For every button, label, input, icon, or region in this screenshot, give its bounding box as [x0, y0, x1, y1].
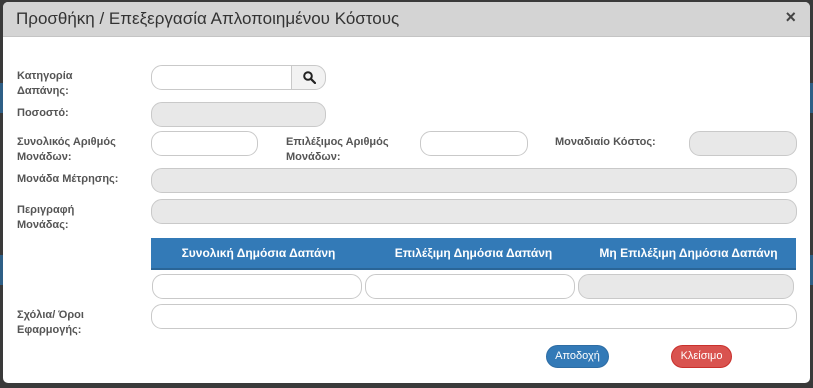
measurement-unit-label: Μονάδα Μέτρησης: — [17, 173, 119, 185]
measurement-unit-field — [151, 168, 797, 193]
unit-description-field — [151, 199, 797, 224]
eligible-units-label: Επιλέξιμος Αριθμός Μονάδων: — [286, 136, 389, 163]
percentage-label: Ποσοστό: — [17, 107, 69, 119]
unit-description-label: Περιγραφή Μονάδας: — [17, 204, 75, 231]
total-units-label: Συνολικός Αριθμός Μονάδων: — [17, 136, 116, 163]
non-eligible-public-expenditure-field — [578, 274, 794, 299]
comments-label: Σχόλια/ Όροι Εφαρμογής: — [17, 309, 84, 336]
category-input[interactable] — [151, 65, 292, 90]
search-icon — [303, 71, 316, 84]
unit-cost-field — [689, 131, 797, 156]
close-button[interactable]: Κλείσιμο — [671, 345, 732, 368]
comments-input[interactable] — [151, 304, 797, 329]
eligible-units-input[interactable] — [420, 131, 528, 156]
total-public-expenditure-input[interactable] — [152, 274, 362, 299]
accept-button[interactable]: Αποδοχή — [546, 345, 609, 368]
unit-cost-label: Μοναδιαίο Κόστος: — [555, 136, 656, 148]
dialog-title: Προσθήκη / Επεξεργασία Απλοποιημένου Κόσ… — [16, 9, 400, 28]
edit-simplified-cost-dialog: Προσθήκη / Επεξεργασία Απλοποιημένου Κόσ… — [3, 2, 810, 383]
category-label: Κατηγορία Δαπάνης: — [17, 70, 73, 97]
non-eligible-public-expenditure-header: Μη Επιλέξιμη Δημόσια Δαπάνη — [599, 246, 778, 260]
eligible-public-expenditure-header: Επιλέξιμη Δημόσια Δαπάνη — [394, 246, 553, 260]
expenditure-table-header: Συνολική Δημόσια Δαπάνη Επιλέξιμη Δημόσι… — [151, 238, 796, 270]
percentage-field — [151, 102, 326, 127]
category-search-button[interactable] — [291, 65, 326, 90]
eligible-public-expenditure-input[interactable] — [365, 274, 575, 299]
total-public-expenditure-header: Συνολική Δημόσια Δαπάνη — [181, 246, 336, 260]
total-units-input[interactable] — [151, 131, 258, 156]
dialog-header: Προσθήκη / Επεξεργασία Απλοποιημένου Κόσ… — [3, 2, 810, 37]
close-icon[interactable]: × — [785, 7, 796, 27]
